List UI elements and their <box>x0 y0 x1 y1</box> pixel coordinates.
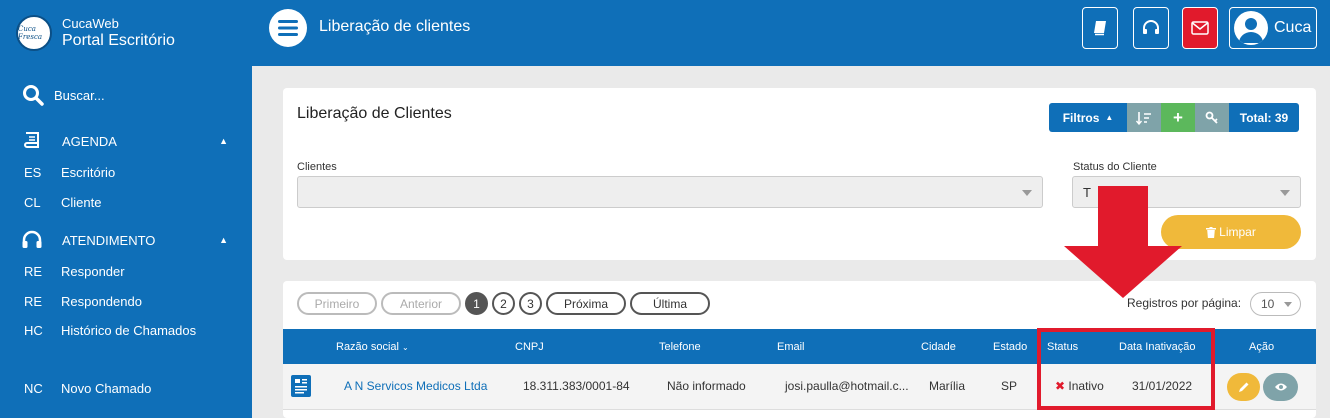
filtros-label: Filtros <box>1062 110 1100 125</box>
rows-per-page-value: 10 <box>1261 297 1275 311</box>
sidebar-item-escritorio[interactable]: ES Escritório <box>0 158 252 188</box>
item-abbr: RE <box>24 293 43 309</box>
search-icon <box>23 85 44 106</box>
cell-email: josi.paulla@hotmail.c... <box>785 379 909 393</box>
sidebar-item-respondendo[interactable]: RE Respondendo <box>0 287 252 317</box>
hamburger-menu-button[interactable] <box>269 9 307 47</box>
headset-icon <box>20 230 44 250</box>
sidebar-item-novo-chamado[interactable]: NC Novo Chamado <box>0 374 252 404</box>
brand-logo: Cuca Fresca <box>16 15 52 51</box>
agenda-button[interactable] <box>1082 7 1118 49</box>
col-estado: Estado <box>993 341 1028 353</box>
toolbar-button-group: Filtros ▲ + Total: 39 <box>1049 103 1299 132</box>
item-label: Respondendo <box>61 293 142 309</box>
cell-telefone: Não informado <box>667 379 746 393</box>
item-abbr: ES <box>24 165 42 181</box>
item-label: Escritório <box>61 165 116 181</box>
caret-up-icon: ▲ <box>219 235 228 245</box>
item-abbr: CL <box>24 194 41 210</box>
sidebar: Cuca Fresca CucaWeb Portal Escritório Bu… <box>0 0 252 418</box>
prev-page-button[interactable]: Anterior <box>381 292 461 315</box>
document-icon <box>291 375 311 400</box>
item-label: Responder <box>61 264 125 280</box>
dropdown-arrow-icon <box>1022 190 1032 196</box>
sort-down-icon: ⌄ <box>402 343 409 352</box>
col-cidade: Cidade <box>921 341 956 353</box>
eye-icon <box>1274 383 1287 391</box>
col-razao-social[interactable]: Razão social ⌄ <box>336 341 409 353</box>
cell-razao-social-link[interactable]: A N Servicos Medicos Ltda <box>344 379 487 393</box>
next-page-button[interactable]: Próxima <box>546 292 626 315</box>
cell-cnpj: 18.311.383/0001-84 <box>523 379 630 393</box>
cell-cidade: Marília <box>929 379 966 393</box>
limpar-label: Limpar <box>1219 225 1256 239</box>
dropdown-arrow-icon <box>1284 302 1292 307</box>
add-button[interactable]: + <box>1161 103 1195 132</box>
item-label: Histórico de Chamados <box>61 323 197 339</box>
messages-button[interactable] <box>1182 7 1218 49</box>
sidebar-section-agenda[interactable]: AGENDA ▲ <box>0 124 252 158</box>
first-page-button[interactable]: Primeiro <box>297 292 377 315</box>
topbar: Liberação de clientes Cuca <box>252 0 1330 66</box>
headset-icon <box>1143 20 1159 34</box>
item-abbr: HC <box>24 323 43 339</box>
sidebar-search[interactable]: Buscar... <box>0 66 252 124</box>
pagination: Primeiro Anterior 1 2 3 Próxima Última <box>297 292 714 315</box>
dropdown-arrow-icon <box>1280 190 1290 196</box>
section-label: AGENDA <box>62 133 117 149</box>
status-label: Status do Cliente <box>1073 161 1157 173</box>
sidebar-item-cliente[interactable]: CL Cliente <box>0 188 252 218</box>
sort-button[interactable] <box>1127 103 1161 132</box>
sidebar-item-responder[interactable]: RE Responder <box>0 257 252 287</box>
cell-estado: SP <box>1001 379 1018 393</box>
caret-up-icon: ▲ <box>219 136 228 146</box>
clientes-label: Clientes <box>297 161 337 173</box>
last-page-button[interactable]: Última <box>630 292 710 315</box>
book-icon <box>20 131 44 151</box>
total-badge: Total: 39 <box>1229 103 1299 132</box>
sort-icon <box>1136 111 1151 125</box>
page-3-button[interactable]: 3 <box>519 292 542 315</box>
item-abbr: RE <box>24 264 43 280</box>
col-cnpj: CNPJ <box>515 341 544 353</box>
book-icon <box>1094 21 1106 36</box>
avatar-icon <box>1234 11 1268 45</box>
col-acao: Ação <box>1249 341 1275 353</box>
edit-button[interactable] <box>1227 373 1260 401</box>
brand[interactable]: Cuca Fresca CucaWeb Portal Escritório <box>0 0 252 66</box>
sidebar-item-historico-chamados[interactable]: HC Histórico de Chamados <box>0 316 252 346</box>
envelope-icon <box>1191 21 1209 35</box>
col-telefone: Telefone <box>659 341 701 353</box>
plus-icon: + <box>1173 108 1183 127</box>
page-1-button[interactable]: 1 <box>465 292 488 315</box>
annotation-highlight-box <box>1037 328 1215 410</box>
pencil-icon <box>1238 382 1248 392</box>
clientes-select[interactable] <box>297 176 1043 208</box>
user-menu-button[interactable]: Cuca <box>1229 7 1317 49</box>
app-name: CucaWeb <box>62 15 119 31</box>
support-button[interactable] <box>1133 7 1169 49</box>
header-label: Razão social <box>336 341 399 353</box>
search-placeholder: Buscar... <box>54 87 105 103</box>
col-email: Email <box>777 341 805 353</box>
rows-per-page-select[interactable]: 10 <box>1250 292 1301 316</box>
view-button[interactable] <box>1263 373 1298 401</box>
annotation-arrow-icon <box>1064 186 1182 298</box>
hamburger-icon <box>278 20 298 36</box>
trash-icon <box>1206 226 1217 238</box>
key-icon <box>1205 111 1218 124</box>
page-2-button[interactable]: 2 <box>492 292 515 315</box>
page-title: Liberação de clientes <box>319 18 471 35</box>
key-button[interactable] <box>1195 103 1229 132</box>
caret-up-icon: ▲ <box>1105 113 1114 122</box>
filtros-button[interactable]: Filtros ▲ <box>1049 103 1127 132</box>
item-abbr: NC <box>24 380 43 396</box>
item-label: Novo Chamado <box>61 380 152 396</box>
sidebar-section-atendimento[interactable]: ATENDIMENTO ▲ <box>0 223 252 257</box>
section-label: ATENDIMENTO <box>62 232 156 248</box>
item-label: Cliente <box>61 194 102 210</box>
portal-name: Portal Escritório <box>62 32 175 50</box>
user-name: Cuca <box>1274 19 1312 36</box>
card-title: Liberação de Clientes <box>297 105 452 122</box>
